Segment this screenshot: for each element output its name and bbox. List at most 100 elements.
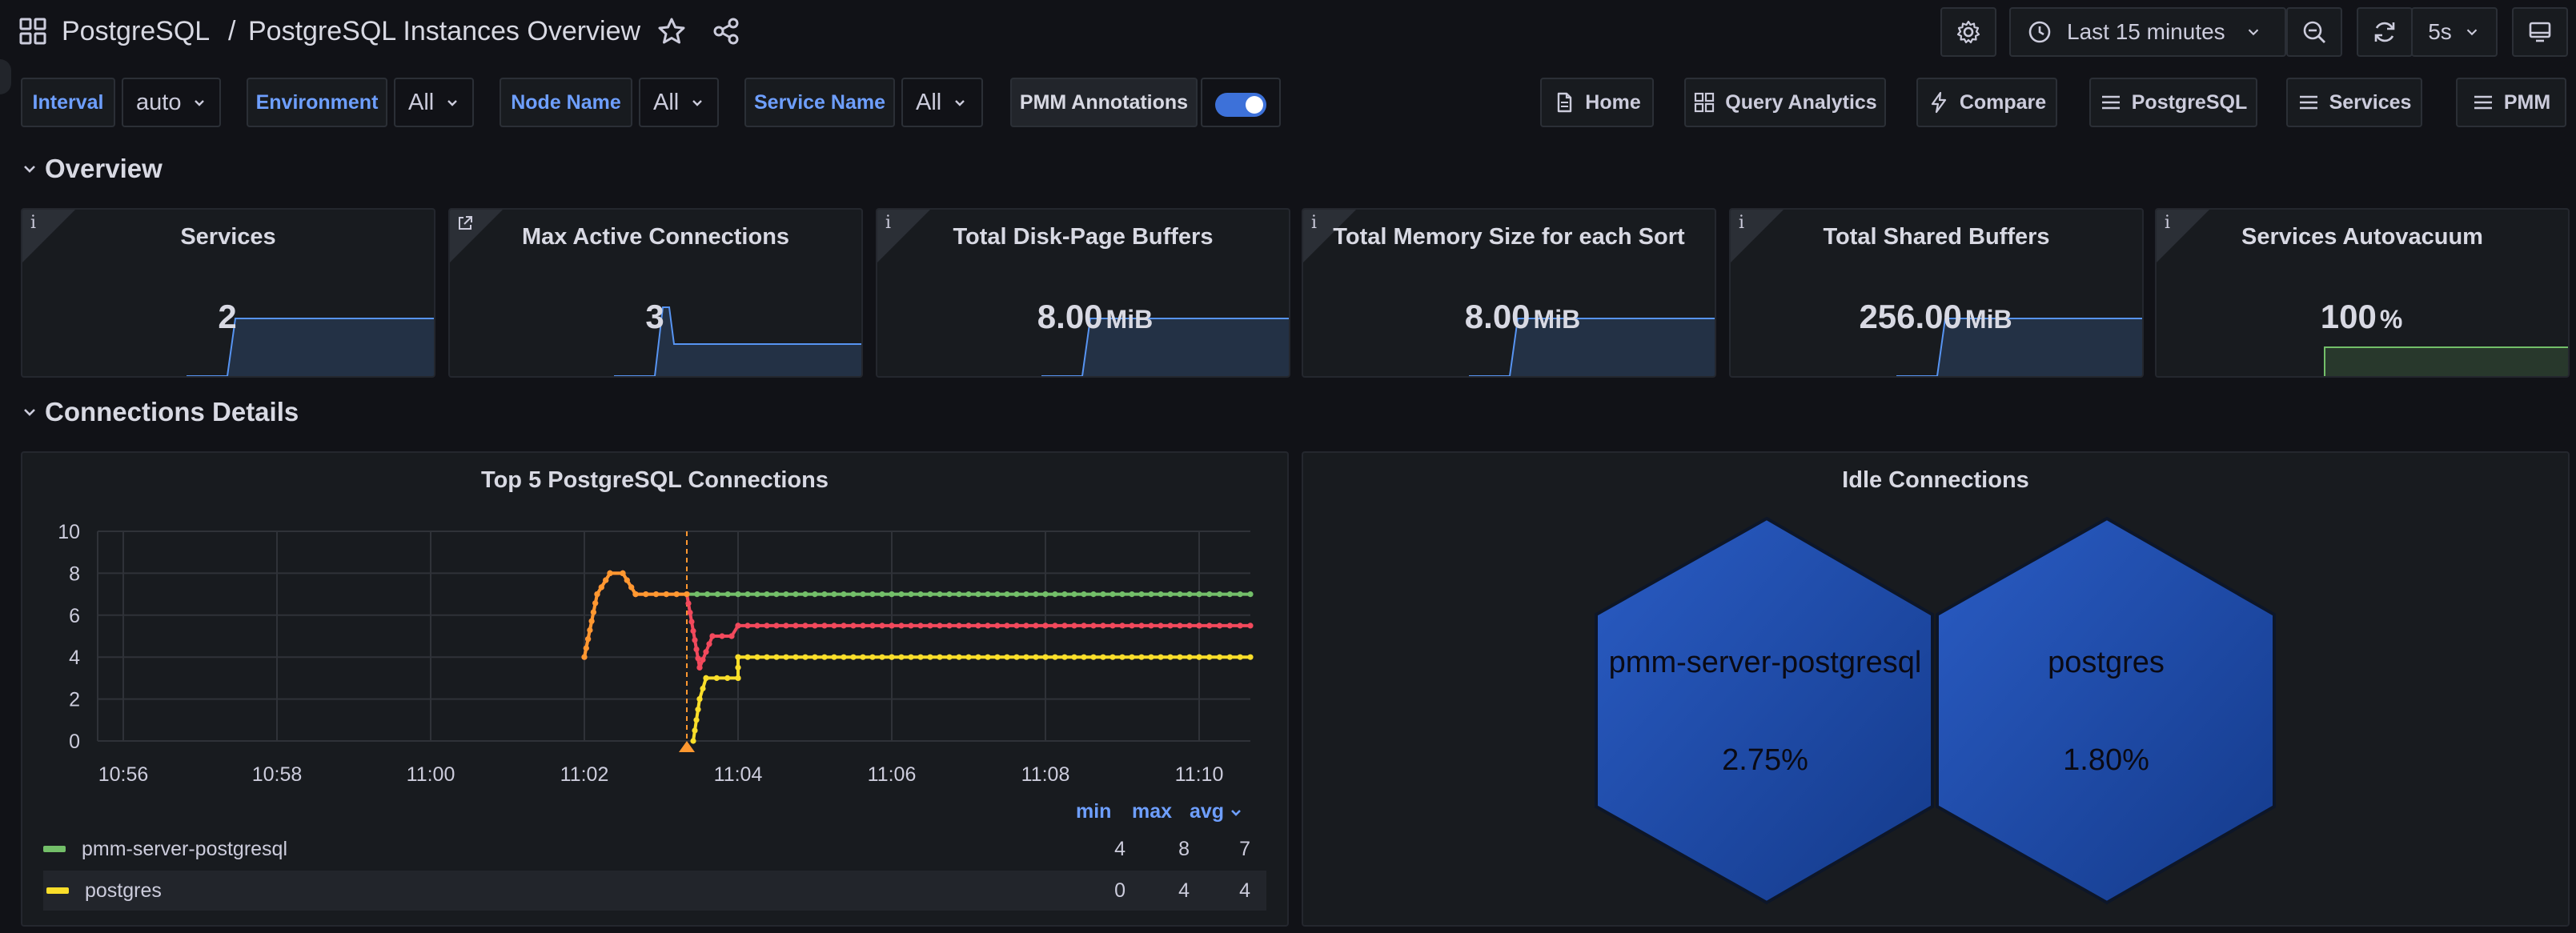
series-point <box>1129 591 1135 598</box>
hexagon-cell[interactable] <box>1936 516 2276 905</box>
series-point <box>764 591 770 598</box>
row-connections-details[interactable]: Connections Details <box>22 397 299 427</box>
variable-environment-select[interactable]: All <box>394 78 474 127</box>
chevron-down-icon <box>24 409 35 416</box>
dashboard-settings-button[interactable] <box>1940 7 1996 57</box>
time-range-picker[interactable]: Last 15 minutes <box>2009 7 2286 57</box>
connections-chart[interactable]: 0 2 4 6 8 10 10:56 10:58 11:00 11:02 11:04 11:06 11:… <box>22 453 1289 805</box>
series-point <box>1226 591 1233 598</box>
idle-connections-panel[interactable]: Idle Connections pmm-server-postgresql 2… <box>1302 451 2570 927</box>
stat-value: 3 <box>645 298 667 336</box>
zoom-out-icon <box>2303 21 2325 43</box>
series-point <box>592 600 599 607</box>
link-compare[interactable]: Compare <box>1916 78 2057 127</box>
legend-item[interactable]: pmm-server-postgresql 4 8 7 <box>22 829 1265 869</box>
refresh-interval-picker[interactable]: 5s <box>2411 7 2498 57</box>
stat-sparkline <box>1896 318 2142 376</box>
series-point <box>583 645 589 651</box>
row-overview[interactable]: Overview <box>22 154 163 184</box>
refresh-button[interactable] <box>2357 7 2413 57</box>
series-point <box>869 654 876 660</box>
annotations-toggle[interactable] <box>1215 93 1266 117</box>
hexagon-cell[interactable] <box>1595 516 1934 905</box>
series-point <box>879 623 885 629</box>
sidebar-expand-handle[interactable] <box>0 59 11 94</box>
series-point <box>1158 654 1164 660</box>
legend-header-min[interactable]: min <box>1076 800 1111 823</box>
variable-node-name-select[interactable]: All <box>639 78 719 127</box>
view-mode-button[interactable] <box>2512 7 2568 57</box>
series-point <box>792 591 799 598</box>
legend-item[interactable]: postgres 0 4 4 <box>43 871 1266 911</box>
stat-panel[interactable]: i Total Memory Size for each Sort 8.00 MiB <box>1302 208 1716 378</box>
series-point <box>773 654 780 660</box>
series-point <box>975 623 981 629</box>
stat-panel[interactable]: i Services Autovacuum 100% <box>2155 208 2570 378</box>
link-query-analytics[interactable]: Query Analytics <box>1684 78 1886 127</box>
share-icon[interactable] <box>711 16 741 46</box>
series-point <box>754 591 760 598</box>
series-point <box>1100 623 1106 629</box>
zoom-out-button[interactable] <box>2286 7 2342 57</box>
document-icon <box>1558 92 1572 113</box>
series-point <box>850 623 857 629</box>
legend-header-avg[interactable]: avg <box>1190 800 1243 823</box>
bolt-icon <box>1931 91 1946 114</box>
series-point <box>764 654 770 660</box>
series-point <box>860 591 866 598</box>
series-point <box>693 646 700 652</box>
chevron-down-icon <box>692 100 703 106</box>
series-point <box>1247 623 1254 629</box>
series-point <box>975 654 981 660</box>
series-point <box>709 633 716 639</box>
top-navbar: PostgreSQL / PostgreSQL Instances Overvi… <box>0 0 2576 66</box>
star-icon[interactable] <box>656 16 687 46</box>
series-point <box>1206 623 1213 629</box>
link-pmm[interactable]: PMM <box>2456 78 2566 127</box>
variable-service-name-select[interactable]: All <box>901 78 983 127</box>
stat-panel[interactable]: i Total Shared Buffers 256.00 MiB <box>1729 208 2144 378</box>
legend-avg: 4 <box>1239 879 1250 902</box>
legend-min: 4 <box>1114 837 1125 860</box>
stat-panel[interactable]: i Total Disk-Page Buffers 8.00 MiB <box>876 208 1290 378</box>
legend-header-max[interactable]: max <box>1132 800 1172 823</box>
series-point <box>694 591 700 598</box>
page-title[interactable]: PostgreSQL Instances Overview <box>248 14 640 48</box>
series-point <box>1217 623 1223 629</box>
series-point <box>1177 654 1183 660</box>
link-home[interactable]: Home <box>1540 78 1654 127</box>
series-point <box>879 591 885 598</box>
link-services[interactable]: Services <box>2286 78 2422 127</box>
series-point <box>946 623 953 629</box>
series-point <box>735 654 741 660</box>
chevron-down-icon <box>1231 809 1242 816</box>
series-point <box>744 591 751 598</box>
x-tick-label: 11:06 <box>868 763 917 786</box>
series-point <box>898 654 905 660</box>
series-point <box>754 654 760 660</box>
series-point <box>719 633 725 639</box>
series-point <box>1071 654 1077 660</box>
link-postgresql[interactable]: PostgreSQL <box>2089 78 2257 127</box>
apps-icon[interactable] <box>19 18 46 45</box>
series-point <box>937 591 943 598</box>
series-point <box>850 591 857 598</box>
stat-panel[interactable]: Max Active Connections 3 <box>448 208 863 378</box>
series-point <box>1033 654 1039 660</box>
variable-interval-select[interactable]: auto <box>122 78 221 127</box>
series-point <box>663 591 670 598</box>
stat-sparkline <box>1469 318 1715 376</box>
series-point <box>692 637 698 643</box>
stat-number: 3 <box>645 298 664 335</box>
series-point <box>898 623 905 629</box>
series-point <box>714 591 721 598</box>
series-point <box>975 591 981 598</box>
top-connections-panel[interactable]: Top 5 PostgreSQL Connections 0 2 4 6 8 10 10:5… <box>21 451 1289 927</box>
y-tick-label: 8 <box>69 563 80 585</box>
series-point <box>1186 623 1193 629</box>
breadcrumb-folder[interactable]: PostgreSQL <box>62 14 210 48</box>
chevron-down-icon <box>955 100 965 106</box>
stat-panel[interactable]: i Services 2 <box>21 208 435 378</box>
series-point <box>908 591 914 598</box>
series-point <box>1167 623 1174 629</box>
